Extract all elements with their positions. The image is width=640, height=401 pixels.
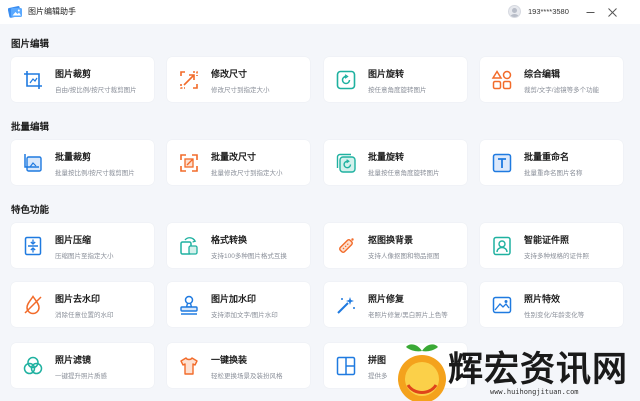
card-batch-rename[interactable]: 批量重命名 批量重命名图片名称 [480,140,623,185]
clothes-icon [180,357,198,375]
add-watermark-icon [180,295,198,315]
card-desc: 支持100多种图片格式互换 [211,253,287,260]
card-title: 图片去水印 [55,294,101,304]
card-title: 图片压缩 [55,235,92,245]
watermark-text: 辉宏资讯网 [448,350,629,390]
card-photo-repair[interactable]: 照片修复 老照片修复/黑白照片上色等 [324,282,467,327]
card-change-clothes[interactable]: 一键换装 轻松更换场景及装扮风格 [167,343,310,388]
card-compress[interactable]: 图片压缩 压缩图片至指定大小 [11,223,154,268]
card-desc: 支持添加文字/图片水印 [211,312,278,319]
card-desc: 批量修改尺寸到指定大小 [211,170,283,177]
collage-icon [336,356,356,376]
id-photo-icon [493,236,511,256]
close-icon [607,7,617,17]
card-desc: 支持人像抠图和物品抠图 [368,253,440,260]
minimize-button[interactable] [583,5,597,19]
section-title-features: 特色功能 [11,205,50,216]
card-desc: 压缩图片至指定大小 [55,253,114,260]
card-desc: 批量按任意角度旋转图片 [368,170,440,177]
card-title: 格式转换 [211,235,248,245]
card-title: 拼图 [368,355,387,365]
card-batch-resize[interactable]: 批量改尺寸 批量修改尺寸到指定大小 [167,140,310,185]
card-image-crop[interactable]: 图片裁剪 自由/按比例/按尺寸裁剪图片 [11,57,154,102]
app-logo-icon [8,6,22,18]
title-bar: 图片编辑助手 193****3580 [0,0,640,24]
card-remove-watermark[interactable]: 图片去水印 消除任意位置的水印 [11,282,154,327]
card-desc: 支持多种规格的证件照 [524,253,589,260]
card-combo-edit[interactable]: 综合编辑 裁剪/文字/滤镜等多个功能 [480,57,623,102]
rename-icon [492,153,512,173]
card-desc: 提供多 [368,373,388,380]
card-title: 批量旋转 [368,152,405,162]
card-batch-rotate[interactable]: 批量旋转 批量按任意角度旋转图片 [324,140,467,185]
card-desc: 性别变化/年龄变化等 [524,312,585,319]
card-id-photo[interactable]: 智能证件照 支持多种规格的证件照 [480,223,623,268]
convert-icon [180,237,198,255]
resize-icon [180,71,198,89]
card-title: 照片特效 [524,294,561,304]
card-title: 图片裁剪 [55,69,92,79]
rotate-icon [336,70,356,90]
card-desc: 轻松更换场景及装扮风格 [211,373,283,380]
card-desc: 批量重命名图片名称 [524,170,583,177]
user-phone[interactable]: 193****3580 [528,7,569,16]
card-batch-crop[interactable]: 批量裁剪 批量按比例/按尺寸裁剪图片 [11,140,154,185]
photo-effect-icon [492,296,512,314]
card-rotate[interactable]: 图片旋转 按任意角度旋转图片 [324,57,467,102]
minimize-icon [586,11,594,13]
card-title: 照片修复 [368,294,405,304]
batch-crop-icon [24,154,42,172]
card-desc: 修改尺寸到指定大小 [211,87,270,94]
batch-resize-icon [180,154,198,172]
card-cutout[interactable]: 抠图换背景 支持人像抠图和物品抠图 [324,223,467,268]
card-desc: 消除任意位置的水印 [55,312,114,319]
card-photo-effect[interactable]: 照片特效 性别变化/年龄变化等 [480,282,623,327]
card-title: 图片加水印 [211,294,257,304]
card-title: 综合编辑 [524,69,561,79]
filter-icon [23,356,43,375]
cutout-icon [339,238,354,253]
card-desc: 按任意角度旋转图片 [368,87,427,94]
card-desc: 自由/按比例/按尺寸裁剪图片 [55,87,137,94]
card-title: 批量裁剪 [55,152,92,162]
card-photo-filter[interactable]: 照片滤镜 一键提升照片质感 [11,343,154,388]
card-title: 图片旋转 [368,69,405,79]
card-title: 照片滤镜 [55,355,92,365]
card-title: 抠图换背景 [368,235,414,245]
close-button[interactable] [605,5,619,19]
card-title: 智能证件照 [524,235,570,245]
card-title: 批量重命名 [524,152,570,162]
compress-icon [24,236,42,256]
card-add-watermark[interactable]: 图片加水印 支持添加文字/图片水印 [167,282,310,327]
crop-icon [24,71,42,89]
app-title: 图片编辑助手 [28,7,76,16]
magic-wand-icon [337,297,355,314]
edit-shapes-icon [491,70,512,90]
card-desc: 批量按比例/按尺寸裁剪图片 [55,170,135,177]
user-avatar[interactable] [508,5,521,18]
watermark-url: www.huihongjituan.com [490,388,579,396]
card-title: 批量改尺寸 [211,152,257,162]
section-title-image-edit: 图片编辑 [11,39,50,50]
card-desc: 裁剪/文字/滤镜等多个功能 [524,87,600,94]
card-convert[interactable]: 格式转换 支持100多种图片格式互换 [167,223,310,268]
section-title-batch-edit: 批量编辑 [11,122,50,133]
remove-watermark-icon [24,295,42,315]
card-title: 一键换装 [211,355,248,365]
card-resize[interactable]: 修改尺寸 修改尺寸到指定大小 [167,57,310,102]
card-title: 修改尺寸 [211,69,248,79]
card-desc: 一键提升照片质感 [55,373,107,380]
batch-rotate-icon [336,153,356,173]
card-desc: 老照片修复/黑白照片上色等 [368,312,448,319]
